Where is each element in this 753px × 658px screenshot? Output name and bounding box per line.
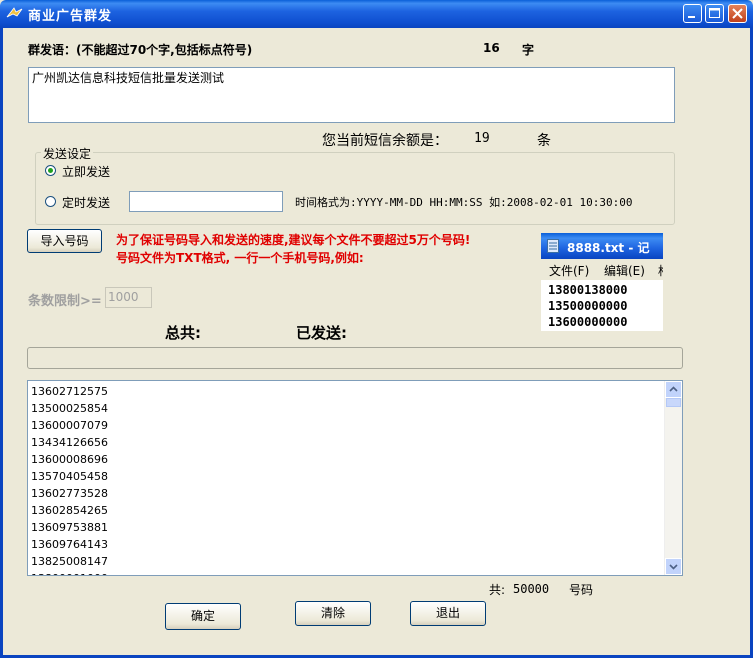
- example-notepad-menu: 文件(F) 编辑(E) 格: [541, 259, 663, 280]
- number-list-item[interactable]: 13609753881: [31, 521, 108, 534]
- title-bar[interactable]: [0, 0, 753, 28]
- message-textarea[interactable]: 广州凯达信息科技短信批量发送测试: [28, 67, 675, 123]
- notepad-icon: [547, 239, 559, 253]
- exit-button[interactable]: 退出: [410, 601, 486, 626]
- minimize-button[interactable]: [683, 4, 702, 23]
- balance-unit: 条: [537, 133, 551, 149]
- clear-button[interactable]: 清除: [295, 601, 371, 626]
- example-number-2: 13500000000: [548, 299, 628, 313]
- message-label: 群发语：(不能超过70个字,包括标点符号): [28, 43, 253, 57]
- number-list-item[interactable]: 13602773528: [31, 487, 108, 500]
- list-scrollbar[interactable]: [664, 381, 682, 575]
- progress-bar: [27, 347, 683, 369]
- ok-button[interactable]: 确定: [165, 603, 241, 630]
- sent-label: 已发送:: [296, 324, 347, 342]
- total-label: 总共:: [165, 324, 201, 342]
- example-notepad: 8888.txt - 记 文件(F) 编辑(E) 格 13800138000 1…: [541, 233, 663, 331]
- import-numbers-button[interactable]: 导入号码: [27, 229, 102, 253]
- send-settings-legend: 发送设定: [41, 145, 94, 162]
- scroll-down-button[interactable]: [665, 558, 682, 575]
- close-button[interactable]: [728, 4, 747, 23]
- summary-count: 50000: [513, 582, 550, 596]
- number-list-item[interactable]: 13500025854: [31, 402, 108, 415]
- message-text: 广州凯达信息科技短信批量发送测试: [32, 71, 225, 85]
- notepad-menu-format: 格: [658, 262, 663, 279]
- example-number-1: 13800138000: [548, 283, 628, 297]
- scroll-up-button[interactable]: [665, 381, 682, 398]
- import-note-line1: 为了保证号码导入和发送的速度,建议每个文件不要超过5万个号码!: [116, 233, 471, 247]
- send-settings-group: [35, 152, 675, 225]
- number-list-item[interactable]: 13600007079: [31, 419, 108, 432]
- char-count: 16: [483, 41, 500, 55]
- notepad-menu-file: 文件(F): [549, 264, 590, 278]
- balance-label: 您当前短信余额是：: [322, 133, 448, 149]
- scroll-thumb[interactable]: [666, 398, 681, 407]
- radio-immediate[interactable]: [45, 165, 56, 176]
- number-list-item[interactable]: 13602854265: [31, 504, 108, 517]
- window-frame-left: [0, 28, 3, 658]
- limit-input[interactable]: 1000: [105, 287, 152, 308]
- summary-unit: 号码: [569, 583, 594, 597]
- number-list-item[interactable]: 13600008696: [31, 453, 108, 466]
- numbers-listbox[interactable]: 13602712575 13500025854 13600007079 1343412…: [27, 380, 683, 576]
- maximize-icon: [709, 8, 720, 18]
- scheduled-label: 定时发送: [62, 196, 111, 210]
- example-number-3: 13600000000: [548, 315, 628, 329]
- minimize-icon: [688, 16, 695, 18]
- window-title: 商业广告群发: [28, 9, 113, 24]
- scroll-up-icon: [669, 386, 678, 392]
- number-list-item[interactable]: 13609764143: [31, 538, 108, 551]
- limit-label: 条数限制>=: [28, 294, 102, 309]
- import-note-line2: 号码文件为TXT格式, 一行一个手机号码,例如:: [116, 251, 364, 265]
- immediate-label: 立即发送: [62, 165, 111, 179]
- number-list-item[interactable]: 13825008147: [31, 555, 108, 568]
- number-list-item[interactable]: 13602712575: [31, 385, 108, 398]
- close-icon: [732, 8, 743, 19]
- example-notepad-title: 8888.txt - 记: [567, 241, 650, 255]
- summary-prefix: 共:: [489, 583, 506, 597]
- number-list-item[interactable]: 13570405458: [31, 470, 108, 483]
- app-icon: [6, 7, 23, 18]
- schedule-time-input[interactable]: [129, 191, 283, 212]
- radio-scheduled[interactable]: [45, 196, 56, 207]
- char-unit: 字: [522, 43, 535, 57]
- scroll-down-icon: [669, 564, 678, 570]
- number-list-item[interactable]: 13800001000: [31, 572, 108, 575]
- balance-value: 19: [474, 131, 490, 146]
- number-list-item[interactable]: 13434126656: [31, 436, 108, 449]
- notepad-menu-edit: 编辑(E): [604, 264, 645, 278]
- maximize-button[interactable]: [705, 4, 724, 23]
- time-format-hint: 时间格式为:YYYY-MM-DD HH:MM:SS 如:2008-02-01 1…: [295, 196, 633, 209]
